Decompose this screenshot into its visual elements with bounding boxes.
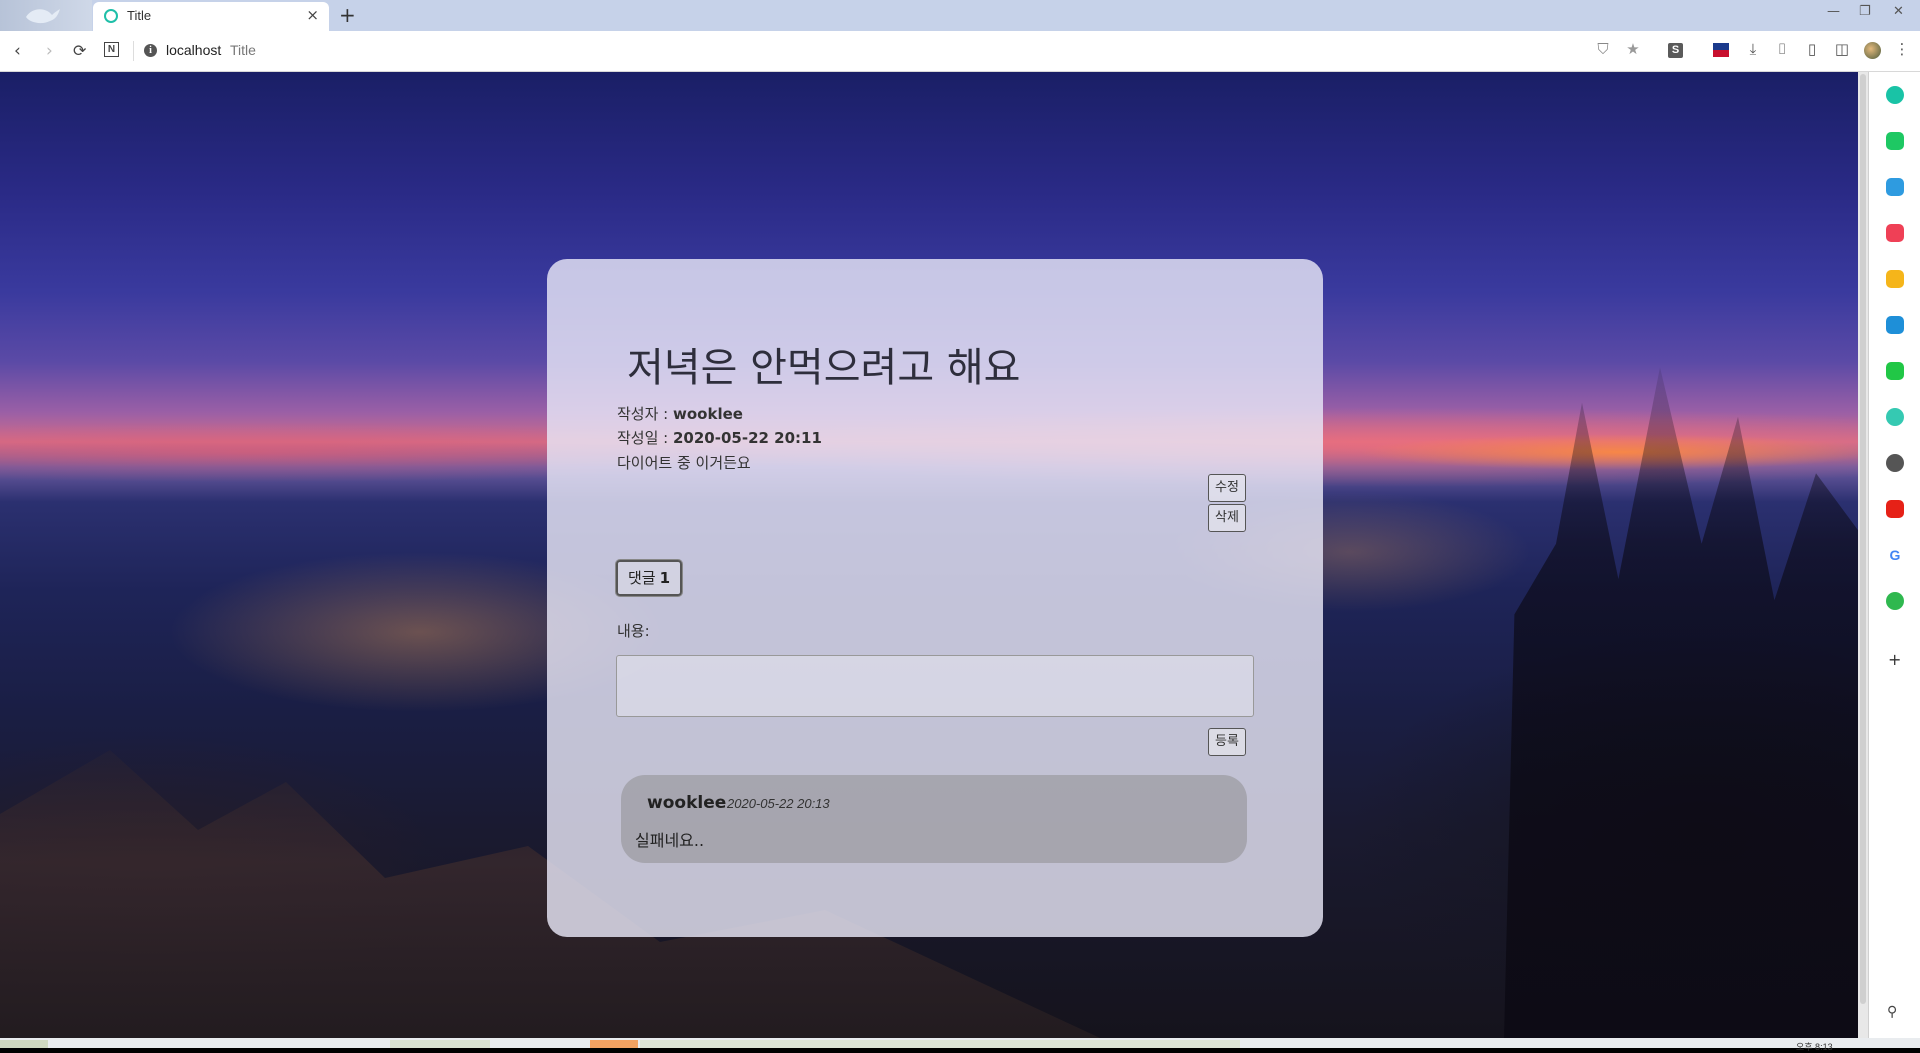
taskbar-app-active[interactable] <box>590 1040 638 1048</box>
line-icon[interactable] <box>1886 362 1904 380</box>
naver-home-icon[interactable]: N <box>104 42 119 57</box>
page-scroll-thumb[interactable] <box>1860 74 1866 1004</box>
side-panel: G + ⚲ <box>1868 72 1920 1038</box>
tab-favicon-icon <box>104 9 118 23</box>
post-card: 저녁은 안먹으려고 해요 작성자 : wooklee 작성일 : 2020-05… <box>547 259 1323 937</box>
robot-icon[interactable] <box>1886 454 1904 472</box>
tab-title[interactable]: Title × <box>93 2 329 31</box>
taskbar-app[interactable] <box>390 1040 490 1048</box>
os-taskbar <box>0 1038 1920 1048</box>
close-window-button[interactable]: ✕ <box>1893 4 1904 19</box>
close-tab-icon[interactable]: × <box>306 6 319 24</box>
download-icon[interactable]: ⤓ <box>1744 40 1762 58</box>
post-title: 저녁은 안먹으려고 해요 <box>627 345 1021 391</box>
translate-flag-icon[interactable] <box>1713 43 1729 57</box>
taskbar-start[interactable] <box>0 1040 48 1048</box>
edge-icon[interactable] <box>1886 316 1904 334</box>
pocket-icon[interactable] <box>1886 224 1904 242</box>
site-info-icon[interactable]: i <box>144 44 157 57</box>
url-page-title[interactable]: Title <box>230 42 256 58</box>
google-icon[interactable]: G <box>1886 546 1904 564</box>
taskbar-clock: 오후 8:13 <box>1796 1042 1833 1052</box>
comment-text: 실패네요.. <box>635 831 705 850</box>
comments-toggle-button[interactable]: 댓글 1 <box>616 560 682 596</box>
post-body: 다이어트 중 이거든요 <box>617 454 751 472</box>
browser-tabbar: Title × + — ❐ ✕ <box>0 0 1920 31</box>
comment-input[interactable] <box>616 655 1254 717</box>
shield-icon[interactable]: ⛉ <box>1594 40 1612 58</box>
author-label: 작성자 : <box>617 405 673 423</box>
split-view-icon[interactable]: ◫ <box>1833 40 1851 58</box>
bookmark-star-icon[interactable]: ★ <box>1624 40 1642 58</box>
chat-icon[interactable] <box>1886 132 1904 150</box>
camera-icon[interactable]: ⌷ <box>1773 40 1791 58</box>
profile-avatar[interactable] <box>0 0 92 31</box>
date-label: 작성일 : <box>617 429 673 447</box>
comment-date: 2020-05-22 20:13 <box>727 796 830 811</box>
page-background: 저녁은 안먹으려고 해요 작성자 : wooklee 작성일 : 2020-05… <box>0 72 1868 1038</box>
post-date: 2020-05-22 20:11 <box>673 429 822 447</box>
calendar-icon[interactable] <box>1886 178 1904 196</box>
minimize-window-button[interactable]: — <box>1827 4 1840 19</box>
extension-s-icon[interactable]: S <box>1668 43 1683 58</box>
post-author: wooklee <box>673 405 743 423</box>
map-pin-icon[interactable] <box>1886 592 1904 610</box>
reader-mode-icon[interactable]: ▯ <box>1803 40 1821 58</box>
submit-comment-button[interactable]: 등록 <box>1208 728 1246 756</box>
post-author-line: 작성자 : wooklee <box>617 403 743 424</box>
delete-button[interactable]: 삭제 <box>1208 504 1246 532</box>
address-bar: ‹ › ⟳ N i localhost Title ⛉ ★ S ⤓ ⌷ ▯ ◫ … <box>0 31 1920 72</box>
new-tab-button[interactable]: + <box>339 3 356 27</box>
menu-kebab-icon[interactable]: ⋮ <box>1893 40 1911 58</box>
comment-content-label: 내용: <box>617 622 650 640</box>
reload-icon[interactable]: ⟳ <box>73 41 86 61</box>
add-panel-icon[interactable]: + <box>1888 650 1901 669</box>
url-host[interactable]: localhost <box>166 42 221 58</box>
taskbar-apps <box>640 1040 1240 1048</box>
comments-toggle-label: 댓글 <box>627 569 656 587</box>
back-icon[interactable]: ‹ <box>14 41 21 61</box>
play-icon[interactable] <box>1886 408 1904 426</box>
pin-icon[interactable]: ⚲ <box>1887 1004 1897 1020</box>
edit-button[interactable]: 수정 <box>1208 474 1246 502</box>
post-date-line: 작성일 : 2020-05-22 20:11 <box>617 427 822 448</box>
comment-author: wooklee <box>647 793 727 813</box>
whale-icon[interactable] <box>1886 86 1904 104</box>
youtube-icon[interactable] <box>1886 500 1904 518</box>
tab-title-label: Title <box>127 8 152 23</box>
comment-item: wooklee 2020-05-22 20:13 실패네요.. <box>621 775 1247 863</box>
comments-count: 1 <box>659 569 671 587</box>
whale-logo-icon <box>26 9 60 24</box>
address-divider <box>133 41 134 61</box>
account-avatar[interactable] <box>1864 42 1881 59</box>
restore-window-button[interactable]: ❐ <box>1859 4 1871 19</box>
star-icon[interactable] <box>1886 270 1904 288</box>
forward-icon[interactable]: › <box>46 41 53 61</box>
